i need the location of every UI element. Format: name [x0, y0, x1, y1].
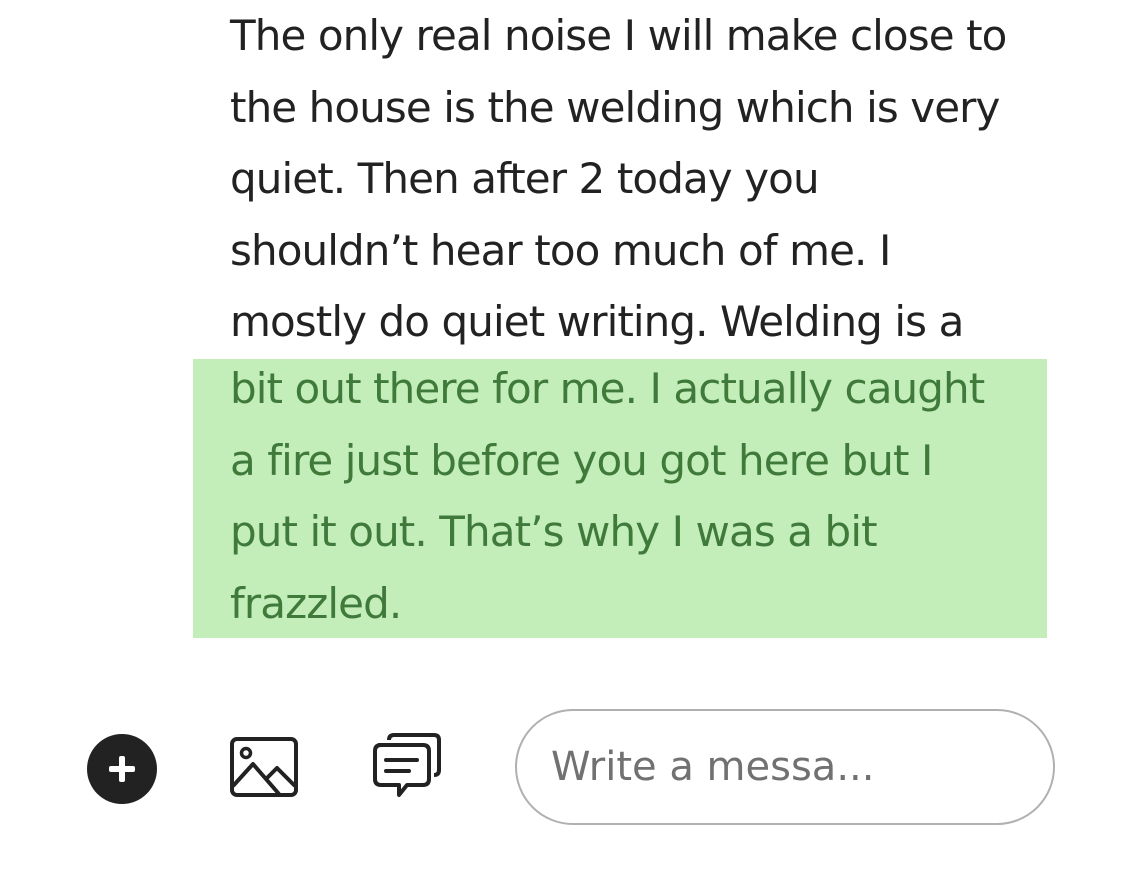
message-line: quiet. Then after 2 today you — [230, 154, 820, 203]
highlighted-text-selection: bit out there for me. I actually caught … — [193, 359, 1047, 638]
message-input[interactable] — [515, 709, 1055, 825]
chat-bubbles-icon — [373, 733, 441, 797]
quick-replies-button[interactable] — [371, 732, 443, 802]
message-text: The only real noise I will make close to… — [230, 0, 1050, 358]
plus-circle-icon — [109, 756, 135, 782]
message-line: mostly do quiet writing. Welding is a — [230, 297, 964, 346]
send-image-button[interactable] — [229, 736, 299, 798]
message-line: The only real noise I will make close to — [230, 11, 1007, 60]
add-attachment-button[interactable] — [87, 734, 157, 804]
message-block: The only real noise I will make close to… — [193, 0, 1047, 640]
highlighted-line: put it out. That’s why I was a bit — [230, 507, 878, 556]
message-line: shouldn’t hear too much of me. I — [230, 225, 891, 275]
highlighted-line: frazzled. — [230, 578, 402, 628]
message-line: the house is the welding which is very — [230, 82, 1000, 132]
message-composer — [0, 700, 1130, 840]
image-icon — [230, 737, 298, 797]
highlighted-line: a fire just before you got here but I — [230, 435, 933, 485]
highlighted-line: bit out there for me. I actually caught — [230, 364, 985, 413]
